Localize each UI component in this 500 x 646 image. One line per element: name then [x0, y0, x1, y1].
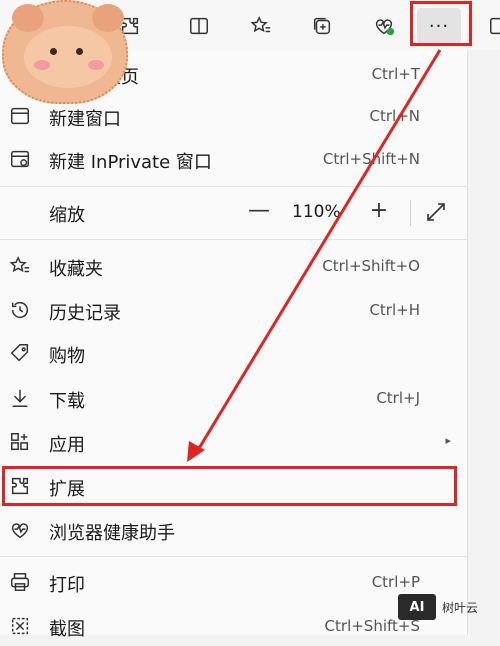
menu-label: 浏览器健康助手	[49, 523, 175, 544]
menu-label: 下载	[49, 391, 85, 412]
zoom-value: 110%	[292, 202, 341, 222]
menu-shortcut: Ctrl+H	[369, 301, 420, 319]
menu-item-screenshot[interactable]: 截图 Ctrl+Shift+S	[0, 606, 467, 646]
menu-label: 新建 InPrivate 窗口	[49, 152, 212, 173]
browser-health-icon	[8, 518, 32, 542]
menu-item-new-inprivate[interactable]: 新建 InPrivate 窗口 Ctrl+Shift+N	[0, 139, 467, 179]
menu-shortcut: Ctrl+P	[371, 573, 420, 591]
bear-sticker	[2, 0, 128, 104]
shopping-tag-icon	[8, 341, 32, 365]
watermark: AI 树叶云	[398, 592, 498, 622]
menu-item-shopping[interactable]: 购物	[0, 333, 467, 373]
favorites-icon	[8, 254, 32, 278]
browser-health-icon[interactable]	[367, 9, 401, 43]
download-icon	[8, 386, 32, 410]
zoom-label: 缩放	[49, 205, 85, 226]
menu-item-favorites[interactable]: 收藏夹 Ctrl+Shift+O	[0, 246, 467, 286]
menu-item-print[interactable]: 打印 Ctrl+P	[0, 562, 467, 602]
divider	[0, 239, 467, 240]
menu-item-downloads[interactable]: 下载 Ctrl+J	[0, 378, 467, 418]
menu-label: 截图	[49, 619, 85, 640]
history-icon	[8, 298, 32, 322]
menu-label: 历史记录	[49, 303, 121, 324]
menu-item-browser-health[interactable]: 浏览器健康助手	[0, 510, 467, 550]
menu-label: 收藏夹	[49, 259, 103, 280]
menu-item-zoom: 缩放 — 110% +	[0, 192, 467, 232]
menu-label: 新建窗口	[49, 109, 121, 130]
zoom-in-button[interactable]: +	[364, 198, 394, 226]
divider	[0, 186, 467, 187]
menu-shortcut: Ctrl+J	[376, 389, 420, 407]
new-window-icon	[8, 104, 32, 128]
menu-shortcut: Ctrl+N	[369, 107, 420, 125]
collections-icon[interactable]	[305, 9, 339, 43]
divider	[0, 556, 467, 557]
settings-menu: 新建标签页 Ctrl+T 新建窗口 Ctrl+N 新建 InPrivate 窗口…	[0, 50, 468, 640]
chevron-right-icon: ▸	[445, 434, 451, 447]
menu-item-apps[interactable]: 应用 ▸	[0, 422, 467, 462]
sidebar-icon[interactable]	[482, 9, 500, 43]
watermark-logo: AI	[398, 594, 436, 620]
apps-icon	[8, 430, 32, 454]
split-screen-icon[interactable]	[182, 9, 216, 43]
divider	[410, 200, 411, 226]
screenshot-icon	[8, 614, 32, 638]
printer-icon	[8, 570, 32, 594]
more-button-highlight	[410, 1, 472, 46]
zoom-out-button[interactable]: —	[244, 198, 274, 226]
menu-shortcut: Ctrl+Shift+O	[322, 257, 420, 275]
menu-label: 打印	[49, 575, 85, 596]
extensions-highlight	[2, 466, 457, 506]
menu-shortcut: Ctrl+Shift+N	[322, 150, 420, 168]
menu-item-history[interactable]: 历史记录 Ctrl+H	[0, 290, 467, 330]
favorites-icon[interactable]	[244, 9, 278, 43]
inprivate-icon	[8, 147, 32, 171]
menu-label: 购物	[49, 346, 85, 367]
menu-label: 应用	[49, 435, 85, 456]
watermark-text: 树叶云	[442, 600, 479, 615]
menu-shortcut: Ctrl+T	[371, 65, 420, 83]
fullscreen-icon[interactable]	[424, 200, 450, 226]
